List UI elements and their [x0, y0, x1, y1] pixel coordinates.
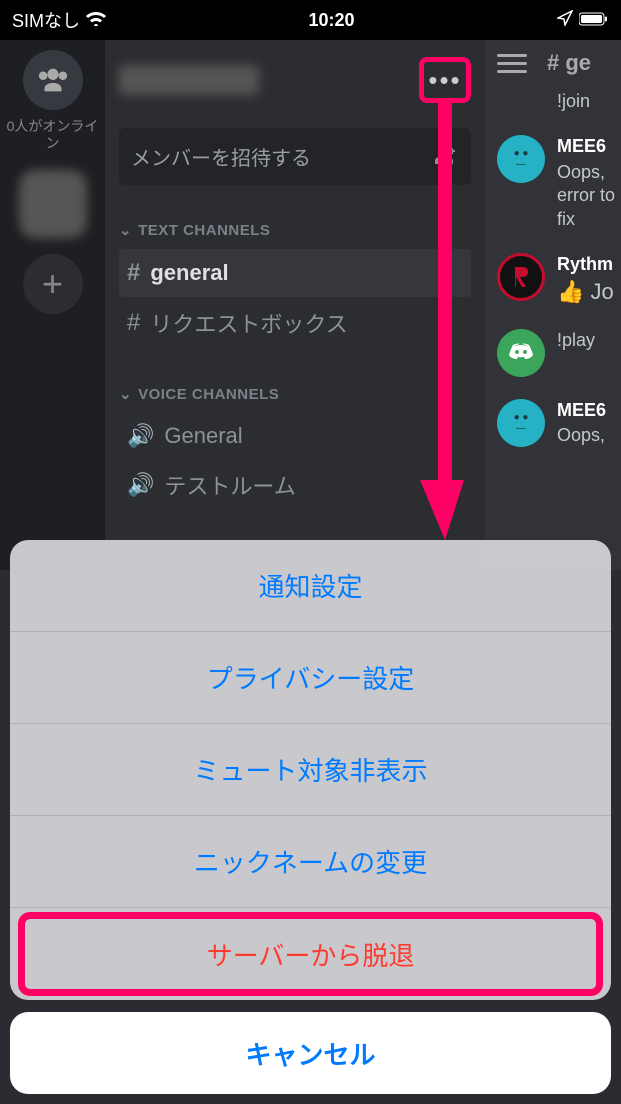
- avatar[interactable]: ● ●—: [497, 135, 545, 183]
- add-server-button[interactable]: +: [23, 254, 83, 314]
- location-icon: [557, 10, 573, 31]
- channel-title: # ge: [547, 50, 591, 76]
- carrier-label: SIMなし: [12, 7, 80, 33]
- annotation-arrow: [420, 100, 470, 540]
- server-name[interactable]: [119, 65, 259, 95]
- action-sheet: 通知設定 プライバシー設定 ミュート対象非表示 ニックネームの変更 サーバーから…: [10, 540, 611, 1094]
- message: ● ●— MEE6 Oops, error to fix: [497, 135, 621, 231]
- friends-button[interactable]: [23, 50, 83, 110]
- avatar[interactable]: [497, 253, 545, 301]
- text-channels-header[interactable]: ⌄ TEXT CHANNELS: [119, 221, 471, 239]
- invite-label: メンバーを招待する: [131, 142, 311, 171]
- sheet-notification-settings[interactable]: 通知設定: [10, 540, 611, 632]
- voice-test-room[interactable]: 🔊 テストルーム: [119, 459, 471, 511]
- message: !join: [497, 90, 621, 113]
- speaker-icon: 🔊: [127, 423, 154, 449]
- sheet-leave-server[interactable]: サーバーから脱退: [10, 908, 611, 1000]
- invite-members-button[interactable]: メンバーを招待する: [119, 128, 471, 185]
- speaker-icon: 🔊: [127, 472, 154, 498]
- online-count: 0人がオンライン: [0, 118, 105, 152]
- server-icon[interactable]: [19, 170, 87, 238]
- more-options-button[interactable]: •••: [419, 57, 471, 103]
- channel-general[interactable]: # general: [119, 249, 471, 297]
- status-bar: SIMなし 10:20: [0, 0, 621, 40]
- avatar[interactable]: [497, 329, 545, 377]
- sheet-change-nickname[interactable]: ニックネームの変更: [10, 816, 611, 908]
- wifi-icon: [86, 10, 106, 31]
- message: ● ●— MEE6 Oops,: [497, 399, 621, 448]
- sheet-privacy-settings[interactable]: プライバシー設定: [10, 632, 611, 724]
- avatar[interactable]: ● ●—: [497, 399, 545, 447]
- clock: 10:20: [106, 10, 557, 31]
- message-user: Rythm: [557, 253, 614, 276]
- message: !play: [497, 329, 621, 377]
- chat-peek: # ge !join ● ●— MEE6 Oops, error to fix …: [485, 40, 621, 570]
- hash-icon: #: [127, 259, 140, 287]
- voice-channels-header[interactable]: ⌄ VOICE CHANNELS: [119, 385, 471, 403]
- battery-icon: [579, 10, 609, 31]
- hash-icon: #: [127, 309, 140, 337]
- message-user: MEE6: [557, 135, 621, 158]
- sheet-cancel-button[interactable]: キャンセル: [10, 1012, 611, 1094]
- server-rail: 0人がオンライン +: [0, 40, 105, 570]
- sheet-hide-muted[interactable]: ミュート対象非表示: [10, 724, 611, 816]
- voice-general[interactable]: 🔊 General: [119, 413, 471, 459]
- message-user: MEE6: [557, 399, 606, 422]
- message: Rythm 👍 Jo: [497, 253, 621, 307]
- channel-request-box[interactable]: # リクエストボックス: [119, 297, 471, 349]
- hamburger-icon[interactable]: [497, 54, 527, 73]
